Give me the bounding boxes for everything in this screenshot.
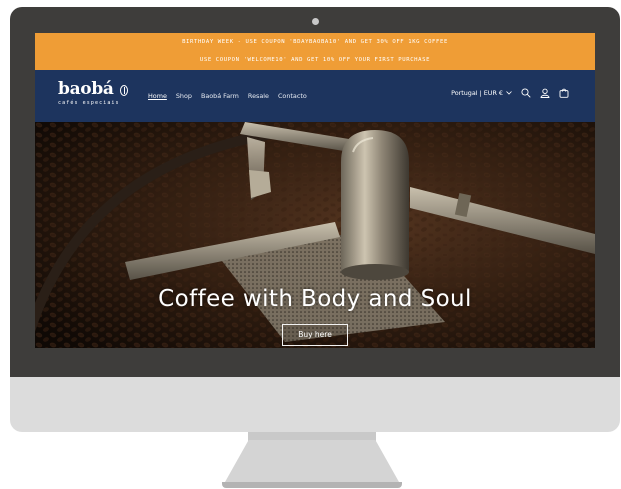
monitor-mockup: BIRTHDAY WEEK - USE COUPON 'BDAYBAOBA10'… bbox=[0, 0, 621, 489]
nav-item-shop[interactable]: Shop bbox=[176, 92, 192, 100]
search-icon[interactable] bbox=[521, 88, 531, 98]
buy-here-button[interactable]: Buy here bbox=[282, 324, 348, 346]
site-logo[interactable]: baobá cafés especiais bbox=[58, 79, 128, 106]
monitor-stand-base bbox=[222, 482, 402, 488]
announcement-line-2: USE COUPON 'WELCOME10' AND GET 10% OFF Y… bbox=[199, 57, 431, 63]
logo-tagline: cafés especiais bbox=[58, 100, 120, 106]
announcement-bar: BIRTHDAY WEEK - USE COUPON 'BDAYBAOBA10'… bbox=[35, 33, 595, 70]
monitor-chin bbox=[10, 377, 620, 432]
coffee-bean-icon bbox=[120, 85, 128, 96]
coffee-roaster-image bbox=[35, 122, 595, 348]
locale-label: Portugal | EUR € bbox=[451, 89, 503, 97]
logo-wordmark: baobá bbox=[58, 79, 114, 99]
monitor-stand bbox=[224, 440, 400, 484]
hero-title: Coffee with Body and Soul bbox=[158, 286, 472, 312]
nav-item-resale[interactable]: Resale bbox=[248, 92, 269, 100]
cart-icon[interactable] bbox=[559, 88, 569, 98]
account-icon[interactable] bbox=[540, 88, 550, 98]
monitor-camera bbox=[312, 18, 319, 25]
header-tools: Portugal | EUR € bbox=[451, 88, 569, 98]
website-screen: BIRTHDAY WEEK - USE COUPON 'BDAYBAOBA10'… bbox=[35, 33, 595, 348]
site-header: baobá cafés especiais Home Shop Baobá Fa… bbox=[35, 70, 595, 122]
main-nav: Home Shop Baobá Farm Resale Contacto bbox=[148, 92, 316, 100]
nav-item-home[interactable]: Home bbox=[148, 92, 167, 100]
hero-banner: Coffee with Body and Soul Buy here bbox=[35, 122, 595, 348]
nav-item-contacto[interactable]: Contacto bbox=[278, 92, 307, 100]
announcement-line-1: BIRTHDAY WEEK - USE COUPON 'BDAYBAOBA10'… bbox=[182, 39, 448, 45]
chevron-down-icon bbox=[506, 91, 512, 95]
nav-item-baoba-farm[interactable]: Baobá Farm bbox=[201, 92, 239, 100]
locale-selector[interactable]: Portugal | EUR € bbox=[451, 89, 512, 97]
